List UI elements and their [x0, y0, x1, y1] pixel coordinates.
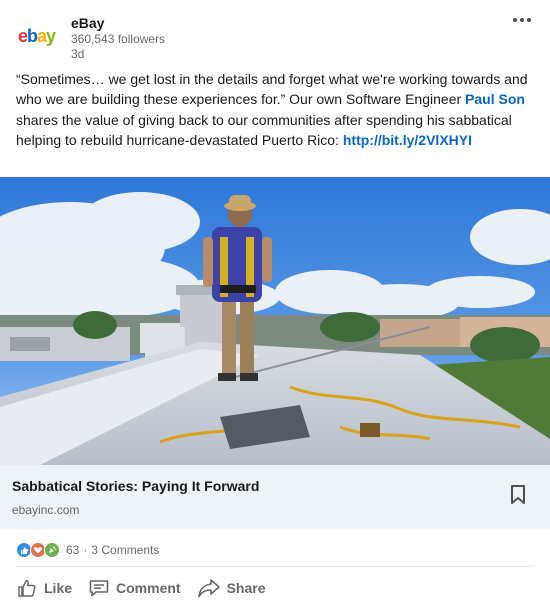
comment-button-label: Comment: [116, 580, 181, 596]
comment-button[interactable]: Comment: [80, 572, 189, 604]
logo-letter-y: y: [46, 26, 56, 46]
separator-dot: ·: [83, 543, 88, 557]
post-image[interactable]: [0, 177, 550, 465]
thumbs-up-icon: [16, 577, 38, 599]
post-header: ebay eBay 360,543 followers 3d: [0, 0, 550, 66]
share-icon: [197, 577, 221, 599]
logo-letter-e: e: [18, 26, 28, 46]
bookmark-icon[interactable]: [509, 484, 527, 506]
feed-post-card: ebay eBay 360,543 followers 3d “Sometime…: [0, 0, 550, 609]
post-actions: Like Comment Share: [8, 572, 274, 604]
rooftop-photo: [0, 177, 550, 465]
link-preview-source: ebayinc.com: [12, 503, 80, 517]
logo-letter-b: b: [27, 26, 38, 46]
post-time: 3d: [71, 47, 85, 61]
share-button-label: Share: [226, 580, 266, 596]
post-body-text: “Sometimes… we get lost in the details a…: [16, 69, 538, 150]
post-url-link[interactable]: http://bit.ly/2VlXHYI: [343, 132, 472, 148]
link-preview[interactable]: Sabbatical Stories: Paying It Forward eb…: [0, 465, 550, 529]
author-name[interactable]: eBay: [71, 14, 104, 32]
more-horizontal-icon[interactable]: [508, 12, 536, 28]
social-counts[interactable]: 63 · 3 Comments: [16, 540, 159, 560]
celebrate-icon: [44, 542, 60, 558]
share-button[interactable]: Share: [189, 572, 274, 604]
reaction-comment-summary[interactable]: 63 · 3 Comments: [66, 542, 159, 558]
link-preview-title[interactable]: Sabbatical Stories: Paying It Forward: [12, 477, 259, 495]
divider: [16, 566, 534, 567]
mention-link[interactable]: Paul Son: [465, 91, 525, 107]
like-button-label: Like: [44, 580, 73, 596]
logo-letter-a: a: [37, 26, 47, 46]
follower-count: 360,543 followers: [71, 32, 166, 46]
like-button[interactable]: Like: [8, 572, 80, 604]
ebay-logo[interactable]: ebay: [18, 25, 62, 47]
comment-icon: [88, 577, 110, 599]
comment-count[interactable]: 3 Comments: [91, 543, 159, 557]
post-text-part1: “Sometimes… we get lost in the details a…: [16, 71, 528, 108]
reaction-count[interactable]: 63: [66, 543, 79, 557]
